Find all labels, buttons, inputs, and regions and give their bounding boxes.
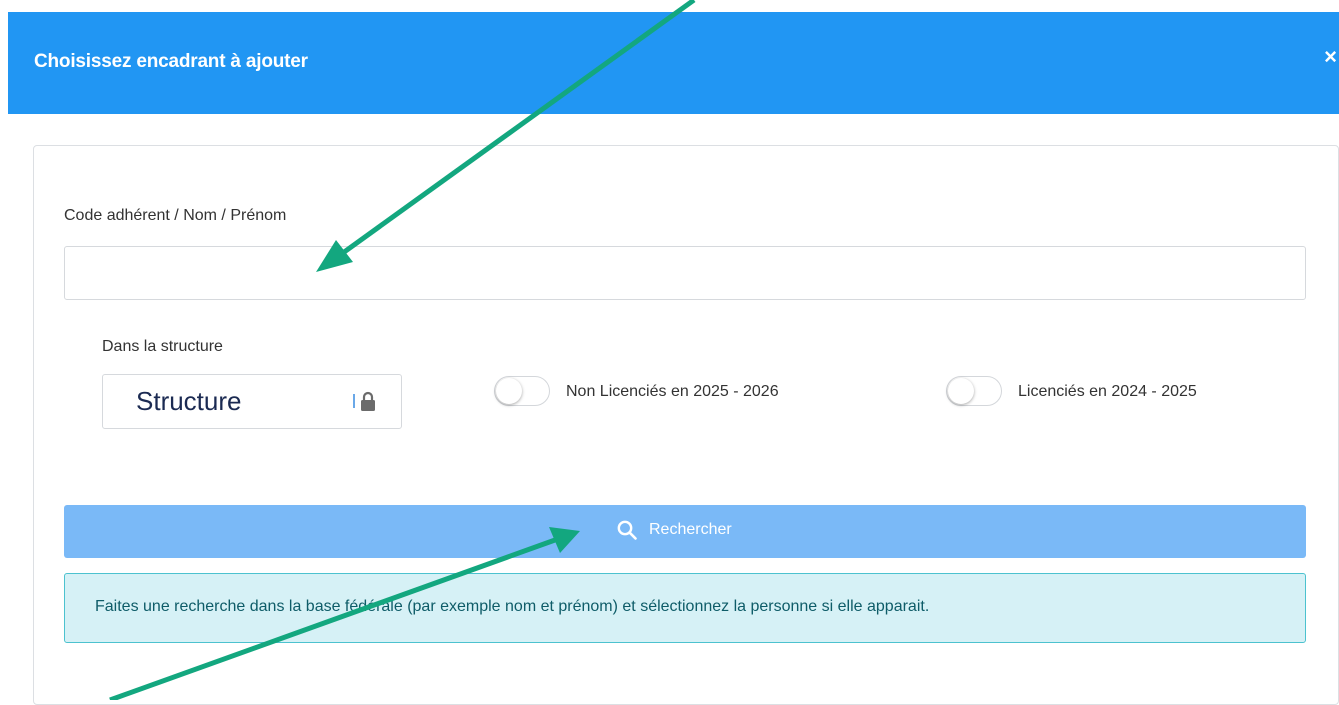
modal-header: Choisissez encadrant à ajouter × [8, 12, 1339, 114]
toggle-non-licencies-label: Non Licenciés en 2025 - 2026 [566, 383, 779, 400]
toggle-licencies-label: Licenciés en 2024 - 2025 [1018, 383, 1197, 400]
structure-divider [353, 394, 355, 408]
toggle-knob [948, 378, 974, 404]
modal-title: Choisissez encadrant à ajouter [34, 51, 308, 72]
structure-field[interactable]: Structure [102, 374, 402, 429]
info-alert: Faites une recherche dans la base fédéra… [64, 573, 1306, 643]
toggle-non-licencies[interactable] [494, 376, 550, 406]
toggle-knob [496, 378, 522, 404]
structure-value: Structure [136, 386, 242, 416]
info-text: Faites une recherche dans la base fédéra… [95, 598, 930, 615]
search-button-label: Rechercher [649, 521, 732, 538]
search-input[interactable] [64, 246, 1306, 300]
search-field-label: Code adhérent / Nom / Prénom [64, 207, 287, 224]
toggle-licencies[interactable] [946, 376, 1002, 406]
structure-label: Dans la structure [102, 338, 223, 355]
search-icon [617, 520, 637, 540]
lock-icon [361, 391, 375, 411]
close-icon[interactable]: × [1324, 44, 1337, 70]
search-button[interactable]: Rechercher [64, 505, 1306, 558]
